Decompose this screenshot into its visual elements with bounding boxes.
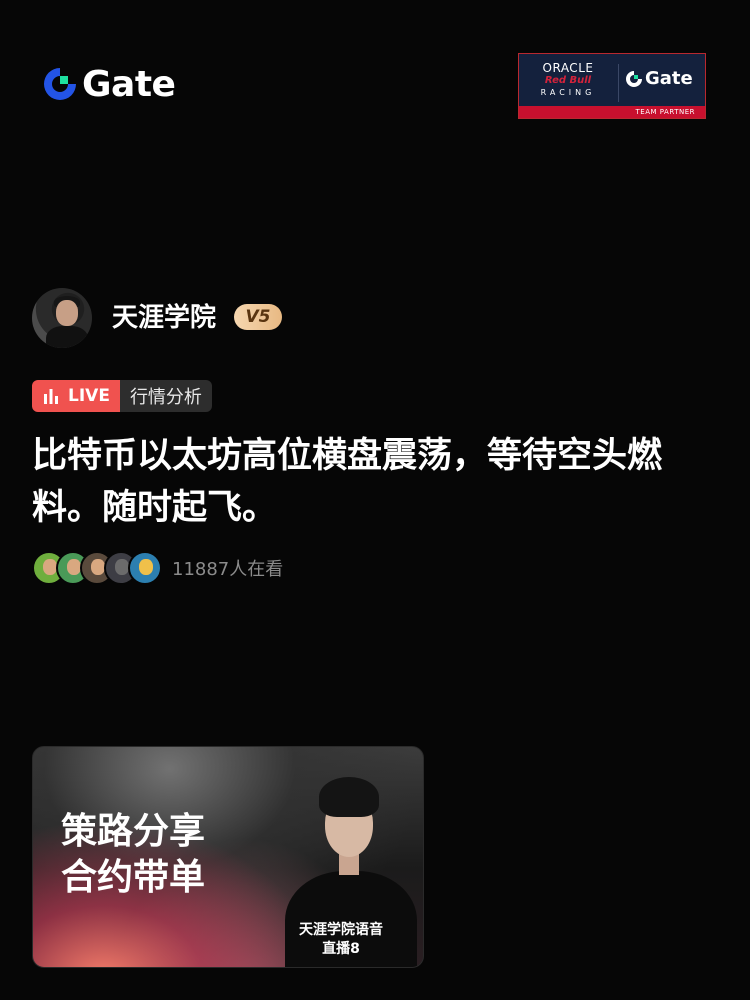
viewer-avatar <box>128 551 162 585</box>
gate-logo-icon <box>44 68 76 100</box>
card-line-2: 合约带单 <box>61 857 206 898</box>
card-line-1: 策路分享 <box>61 811 206 852</box>
viewers-row: 11887人在看 <box>32 551 283 585</box>
live-badge: LIVE <box>32 380 120 412</box>
partner-gate-logo: Gate <box>625 68 693 89</box>
host-photo-hair <box>319 777 379 817</box>
live-stream-page: Gate ORACLE Red Bull RACING Gate TEAM PA… <box>0 0 750 1000</box>
gate-small-icon <box>626 70 642 87</box>
stream-thumbnail-card[interactable]: 策路分享 合约带单 天涯学院语音 直播8 <box>32 746 424 968</box>
gate-logo[interactable]: Gate <box>42 63 176 105</box>
live-category-tag: LIVE 行情分析 <box>32 380 212 412</box>
live-bars-icon <box>44 389 58 404</box>
partner-gate-text: Gate <box>645 68 693 89</box>
oracle-redbull-logo: ORACLE Red Bull RACING <box>529 61 607 99</box>
team-partner-strip: TEAM PARTNER <box>519 106 705 118</box>
card-caption-line-1: 天涯学院语音 <box>299 922 383 938</box>
racing-text: RACING <box>540 88 596 97</box>
card-caption: 天涯学院语音 直播8 <box>289 921 393 959</box>
oracle-text: ORACLE <box>542 61 594 75</box>
card-caption-line-2: 直播8 <box>322 941 360 957</box>
brand-name: Gate <box>82 63 176 105</box>
live-label: LIVE <box>68 386 110 406</box>
redbull-text: Red Bull <box>544 75 592 86</box>
stream-title: 比特币以太坊高位横盘震荡，等待空头燃料。随时起飞。 <box>32 436 663 528</box>
card-headline: 策路分享 合约带单 <box>61 809 205 901</box>
vip-level-badge: V5 <box>234 304 282 330</box>
partner-divider <box>618 64 619 102</box>
avatar-body <box>46 326 88 348</box>
team-partner-badge: ORACLE Red Bull RACING Gate TEAM PARTNER <box>518 53 706 119</box>
viewer-count: 11887人在看 <box>172 559 284 580</box>
host-name[interactable]: 天涯学院 <box>112 300 216 336</box>
host-avatar[interactable] <box>32 288 92 348</box>
avatar-face <box>56 300 78 326</box>
category-label: 行情分析 <box>119 380 212 412</box>
